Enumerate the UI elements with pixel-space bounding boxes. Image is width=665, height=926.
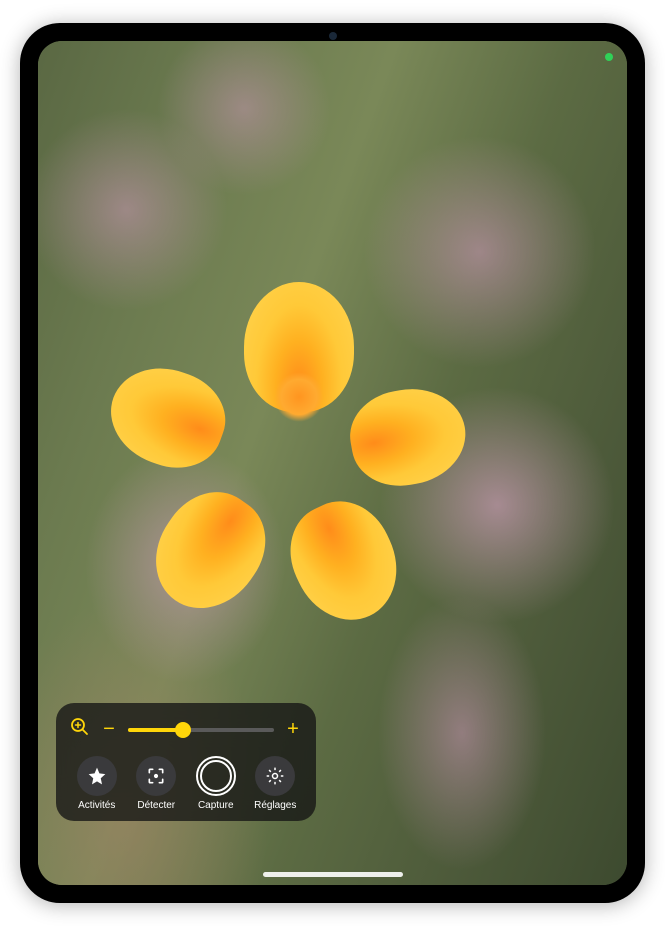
settings-button[interactable]: Réglages xyxy=(249,756,303,811)
control-button-row: Activités Détecter xyxy=(70,756,302,811)
viewfinder-subject-flower xyxy=(179,277,419,517)
zoom-control-row: − + xyxy=(70,717,302,742)
front-camera-dot xyxy=(329,32,337,40)
detect-frame-icon xyxy=(136,756,176,796)
zoom-in-button[interactable]: + xyxy=(284,718,302,741)
screen: − + Activités xyxy=(38,41,627,885)
activities-label: Activités xyxy=(78,800,115,811)
magnifier-control-panel: − + Activités xyxy=(56,703,316,821)
star-icon xyxy=(77,756,117,796)
ipad-device-frame: − + Activités xyxy=(20,23,645,903)
zoom-out-button[interactable]: − xyxy=(100,718,118,741)
zoom-slider[interactable] xyxy=(128,728,274,732)
capture-shutter-icon xyxy=(196,756,236,796)
activities-button[interactable]: Activités xyxy=(70,756,124,811)
capture-button[interactable]: Capture xyxy=(189,756,243,811)
capture-label: Capture xyxy=(198,800,234,811)
settings-label: Réglages xyxy=(254,800,296,811)
magnifier-zoom-icon xyxy=(70,717,90,742)
camera-active-indicator xyxy=(605,53,613,61)
detect-button[interactable]: Détecter xyxy=(130,756,184,811)
zoom-slider-thumb[interactable] xyxy=(175,722,191,738)
detect-label: Détecter xyxy=(137,800,175,811)
gear-icon xyxy=(255,756,295,796)
home-indicator[interactable] xyxy=(263,872,403,877)
